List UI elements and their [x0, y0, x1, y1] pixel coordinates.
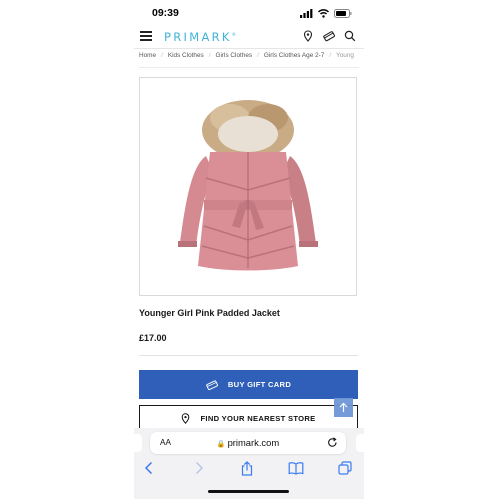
- phone-screen: 09:39 PRIMARK® Home / Kids Clothes / Gir…: [134, 0, 364, 499]
- breadcrumb-girls-clothes-age[interactable]: Girls Clothes Age 2-7: [264, 52, 324, 59]
- status-bar: 09:39: [134, 0, 364, 26]
- menu-icon[interactable]: [140, 31, 152, 41]
- logo-registered-mark: ®: [231, 32, 236, 38]
- search-icon[interactable]: [344, 30, 356, 42]
- bookmarks-icon[interactable]: [288, 461, 304, 475]
- reload-icon[interactable]: [327, 437, 338, 448]
- scroll-to-top-button[interactable]: [334, 398, 353, 417]
- gift-card-icon: [206, 379, 218, 390]
- divider: [139, 355, 358, 356]
- location-pin-icon[interactable]: [302, 30, 314, 42]
- previous-tab-preview[interactable]: [134, 434, 142, 452]
- breadcrumb: Home / Kids Clothes / Girls Clothes / Gi…: [139, 52, 354, 59]
- tabs-icon[interactable]: [338, 461, 352, 475]
- url-display[interactable]: 🔒 primark.com: [150, 437, 346, 448]
- wifi-icon: [318, 8, 329, 18]
- breadcrumb-girls-clothes[interactable]: Girls Clothes: [216, 52, 253, 59]
- logo-text: PRIMARK: [164, 30, 232, 44]
- product-price: £17.00: [139, 333, 167, 343]
- next-tab-preview[interactable]: [356, 434, 364, 452]
- arrow-up-icon: [339, 402, 348, 412]
- address-bar[interactable]: AA 🔒 primark.com: [150, 432, 346, 454]
- browser-bottom-bar: AA 🔒 primark.com: [134, 428, 364, 499]
- url-text: primark.com: [227, 437, 280, 448]
- forward-icon[interactable]: [194, 461, 204, 475]
- divider: [139, 67, 359, 68]
- browser-toolbar: [134, 458, 364, 482]
- buy-gift-card-label: BUY GIFT CARD: [227, 380, 292, 389]
- breadcrumb-separator: /: [329, 52, 332, 59]
- product-image[interactable]: [139, 77, 357, 296]
- breadcrumb-kids-clothes[interactable]: Kids Clothes: [168, 52, 204, 59]
- site-header: PRIMARK®: [134, 26, 364, 49]
- breadcrumb-separator: /: [208, 52, 211, 59]
- buy-gift-card-button[interactable]: BUY GIFT CARD: [139, 370, 358, 399]
- signal-icon: [300, 8, 313, 18]
- status-icons: [300, 8, 352, 18]
- status-time: 09:39: [152, 7, 179, 19]
- lock-icon: 🔒: [216, 441, 226, 448]
- jacket-illustration: [178, 100, 318, 271]
- breadcrumb-separator: /: [161, 52, 163, 59]
- breadcrumb-separator: /: [257, 52, 259, 59]
- share-icon[interactable]: [240, 461, 254, 476]
- product-title: Younger Girl Pink Padded Jacket: [139, 308, 280, 318]
- breadcrumb-home[interactable]: Home: [139, 52, 156, 59]
- breadcrumb-current: Young: [336, 52, 354, 59]
- home-indicator: [208, 490, 289, 493]
- primark-logo[interactable]: PRIMARK®: [164, 30, 236, 44]
- back-icon[interactable]: [144, 461, 154, 475]
- battery-icon: [334, 8, 352, 18]
- gift-card-icon[interactable]: [323, 30, 335, 42]
- location-pin-icon: [182, 413, 190, 424]
- find-store-label: FIND YOUR NEAREST STORE: [200, 414, 316, 423]
